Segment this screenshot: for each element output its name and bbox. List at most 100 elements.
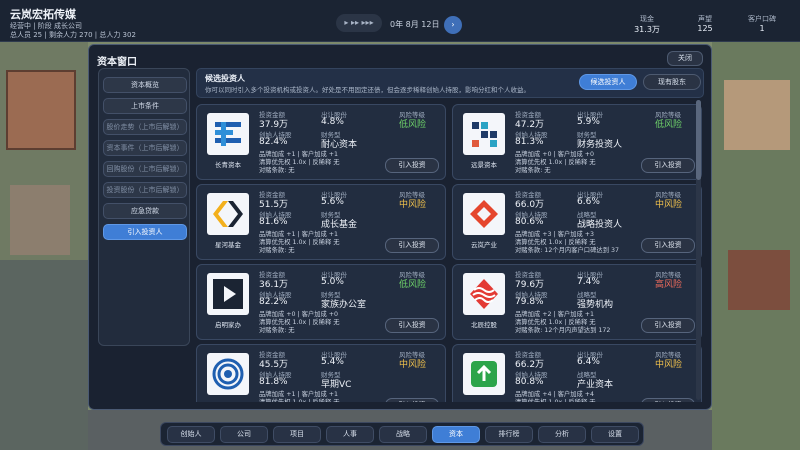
capital-sidebar: 资本概览 上市条件 股价走势（上市后解锁） 资本事件（上市后解锁） 回购股份（上… [98, 68, 190, 346]
stat-reputation: 声望 125 [680, 14, 730, 33]
investor-name: 长青资本 [215, 161, 241, 169]
arrow-right-icon: › [451, 20, 455, 29]
top-bar: 云岚宏拓传媒 经营中 | 阶段 成长公司 总人员 25 | 剩余人力 270 |… [0, 0, 800, 42]
priority-text: 清算优先权 1.0x | 反稀释 无 [259, 397, 340, 402]
sidebar-item-capital-events[interactable]: 资本事件（上市后解锁） [103, 140, 187, 156]
investor-name: 启明家办 [215, 321, 241, 329]
terms-text: 对赌条款: 无 [515, 167, 551, 174]
terms-text: 对赌条款: 12个月内客户口碑达到 37 [515, 247, 620, 254]
equity-value: 4.8% [321, 117, 344, 127]
tab-candidates[interactable]: 候选投资人 [579, 74, 637, 90]
founder-value: 82.2% [259, 297, 288, 307]
staff-summary: 总人员 25 | 剩余人力 270 | 总人力 302 [10, 31, 136, 39]
terms-text: 对赌条款: 无 [259, 247, 295, 254]
priority-text: 清算优先权 1.0x | 反稀释 无 [515, 397, 596, 402]
founder-value: 80.6% [515, 217, 544, 227]
nav-item-6[interactable]: 排行榜 [485, 426, 533, 443]
game-date: 0年 8月 12日 [390, 20, 440, 29]
sidebar-item-invest-shares[interactable]: 投资股份（上市后解锁） [103, 182, 187, 198]
investor-name: 星河基金 [215, 241, 241, 249]
nav-item-5[interactable]: 资本 [432, 426, 480, 443]
header-description: 你可以同时引入多个投资机构或投资人。好处是不用固定还债，但会逐步稀释创始人持股，… [205, 86, 530, 94]
building-right [724, 80, 790, 150]
invest-button[interactable]: 引入投资 [641, 238, 695, 253]
sidebar-item-emergency-loan[interactable]: 应急贷款 [103, 203, 187, 219]
founder-value: 80.8% [515, 377, 544, 387]
investor-panel: 候选投资人 你可以同时引入多个投资机构或投资人。好处是不用固定还债，但会逐步稀释… [196, 68, 704, 402]
equity-value: 7.4% [577, 277, 600, 287]
investor-name: 远景资本 [471, 161, 497, 169]
company-info: 云岚宏拓传媒 经营中 | 阶段 成长公司 总人员 25 | 剩余人力 270 |… [10, 6, 136, 40]
investor-card: 北辰控股 投资金额 79.6万 出让股份 7.4% 风险等级 高风险 创始人持股… [452, 264, 702, 340]
investor-card: 远景资本 投资金额 47.2万 出让股份 5.9% 风险等级 低风险 创始人持股… [452, 104, 702, 180]
investor-card: 星河基金 投资金额 51.5万 出让股份 5.6% 风险等级 中风险 创始人持股… [196, 184, 446, 260]
stat-cash: 现金 31.3万 [620, 14, 674, 35]
sidebar-item-listing-conditions[interactable]: 上市条件 [103, 98, 187, 114]
sidebar-item-overview[interactable]: 资本概览 [103, 77, 187, 93]
nav-item-1[interactable]: 公司 [220, 426, 268, 443]
bars-logo-icon [207, 113, 249, 155]
road-left [0, 260, 88, 450]
stat-label: 声望 [698, 15, 712, 23]
nav-item-3[interactable]: 人事 [326, 426, 374, 443]
scroll-thumb[interactable] [696, 100, 701, 180]
speed-controls[interactable]: ▸ ▸▸ ▸▸▸ [336, 14, 382, 32]
company-status: 经营中 | 阶段 成长公司 [10, 22, 83, 30]
diamond-logo-icon [463, 193, 505, 235]
equity-value: 5.4% [321, 357, 344, 367]
invest-button[interactable]: 引入投资 [641, 318, 695, 333]
equity-value: 5.9% [577, 117, 600, 127]
invest-button[interactable]: 引入投资 [385, 238, 439, 253]
risk-value: 高风险 [655, 280, 683, 290]
stat-label: 客户口碑 [748, 15, 776, 23]
invest-button[interactable]: 引入投资 [385, 318, 439, 333]
building-left [6, 70, 76, 150]
sidebar-item-stock-trend[interactable]: 股价走势（上市后解锁） [103, 119, 187, 135]
equity-value: 6.6% [577, 197, 600, 207]
founder-value: 81.6% [259, 217, 288, 227]
risk-value: 中风险 [655, 360, 683, 370]
stat-label: 现金 [640, 15, 654, 23]
sidebar-item-investors[interactable]: 引入投资人 [103, 224, 187, 240]
risk-value: 中风险 [399, 360, 427, 370]
stat-value: 125 [697, 24, 713, 33]
nav-item-0[interactable]: 创始人 [167, 426, 215, 443]
nav-item-2[interactable]: 项目 [273, 426, 321, 443]
risk-value: 低风险 [399, 280, 427, 290]
tab-shareholders[interactable]: 现有股东 [643, 74, 701, 90]
building-right-2 [728, 250, 790, 310]
invest-button[interactable]: 引入投资 [641, 158, 695, 173]
equity-value: 6.4% [577, 357, 600, 367]
investor-card: 启明家办 投资金额 36.1万 出让股份 5.0% 风险等级 低风险 创始人持股… [196, 264, 446, 340]
investor-card: 云岚产业 投资金额 66.0万 出让股份 6.6% 风险等级 中风险 创始人持股… [452, 184, 702, 260]
header-title: 候选投资人 [205, 74, 245, 83]
invest-button[interactable]: 引入投资 [385, 398, 439, 402]
stat-value: 1 [759, 24, 765, 33]
invest-button[interactable]: 引入投资 [385, 158, 439, 173]
next-day-button[interactable]: › [444, 16, 462, 34]
pixel-grid-logo-icon [463, 113, 505, 155]
investor-list-scrollbar[interactable] [696, 100, 701, 400]
investor-name: 北辰控股 [471, 321, 497, 329]
risk-value: 低风险 [399, 120, 427, 130]
nav-item-4[interactable]: 战略 [379, 426, 427, 443]
sidebar-item-buyback[interactable]: 回购股份（上市后解锁） [103, 161, 187, 177]
stat-client-rating: 客户口碑 1 [736, 14, 788, 33]
play-logo-icon [207, 273, 249, 315]
rings-logo-icon [207, 353, 249, 395]
nav-item-8[interactable]: 设置 [591, 426, 639, 443]
investor-card: 投资金额 45.5万 出让股份 5.4% 风险等级 中风险 创始人持股 81.8… [196, 344, 446, 402]
terms-text: 对赌条款: 无 [259, 327, 295, 334]
terms-text: 对赌条款: 无 [259, 167, 295, 174]
founder-value: 81.3% [515, 137, 544, 147]
risk-value: 中风险 [399, 200, 427, 210]
building-left-2 [10, 185, 70, 255]
nav-item-7[interactable]: 分析 [538, 426, 586, 443]
founder-value: 79.8% [515, 297, 544, 307]
risk-value: 中风险 [655, 200, 683, 210]
close-button[interactable]: 关闭 [667, 51, 703, 66]
candidate-header: 候选投资人 你可以同时引入多个投资机构或投资人。好处是不用固定还债，但会逐步稀释… [196, 68, 704, 98]
invest-button[interactable]: 引入投资 [641, 398, 695, 402]
waves-logo-icon [463, 273, 505, 315]
terms-text: 对赌条款: 12个月内声望达到 172 [515, 327, 611, 334]
